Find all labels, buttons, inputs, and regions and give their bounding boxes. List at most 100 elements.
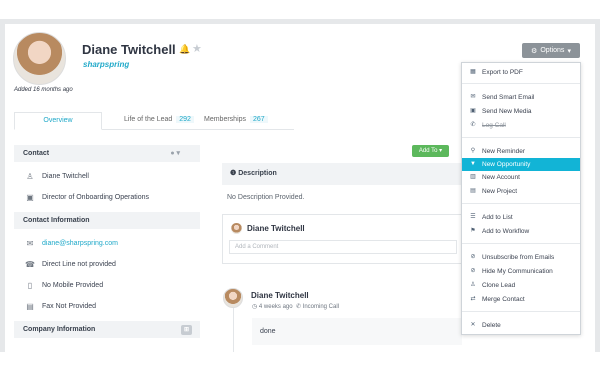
menu-label: New Account [482, 174, 520, 181]
info-icon: ❶ [230, 170, 237, 177]
menu-divider [462, 137, 580, 138]
unsubscribe-icon: ⊘ [470, 254, 476, 260]
settings-icon[interactable]: ● ▾ [170, 145, 180, 162]
star-icon[interactable]: ★ [192, 42, 202, 55]
delete-icon: ✕ [470, 322, 476, 328]
add-to-button[interactable]: Add To ▾ [412, 145, 449, 157]
mobile-icon: ▯ [27, 281, 33, 290]
tab-overview[interactable]: Overview [14, 112, 102, 130]
list-icon: ☰ [470, 214, 476, 220]
company-link[interactable]: sharpspring [83, 60, 129, 69]
email-item[interactable]: ✉ diane@sharpspring.com [14, 233, 200, 254]
comment-author: Diane Twitchell [247, 224, 305, 233]
menu-clone-lead[interactable]: ♙ Clone Lead [462, 279, 580, 292]
description-header: ❶ Description [222, 163, 462, 185]
options-menu: ▦ Export to PDF ✉ Send Smart Email ▣ Send N… [461, 62, 581, 335]
phone-icon: ☎ [25, 260, 35, 269]
menu-new-account[interactable]: ▥ New Account [462, 171, 580, 184]
comment-composer: Diane Twitchell Add a Comment [222, 214, 462, 264]
activity-avatar [223, 288, 243, 308]
menu-merge-contact[interactable]: ⇄ Merge Contact [462, 293, 580, 306]
direct-line-item: ☎ Direct Line not provided [14, 254, 200, 275]
menu-divider [462, 243, 580, 244]
options-button[interactable]: ⚙ Options ▾ [522, 43, 580, 58]
mobile-item: ▯ No Mobile Provided [14, 275, 200, 296]
menu-label: New Project [482, 188, 518, 195]
description-text: No Description Provided. [227, 194, 305, 201]
fax-item: ▤ Fax Not Provided [14, 296, 200, 317]
menu-delete[interactable]: ✕ Delete [462, 319, 580, 332]
contact-info-section-header: Contact Information [14, 212, 200, 229]
media-icon: ▣ [470, 108, 476, 114]
edit-icon[interactable]: ⊞ [181, 325, 192, 335]
workflow-icon: ⚑ [470, 228, 476, 234]
fax-icon: ▤ [26, 302, 34, 311]
account-icon: ▥ [470, 174, 476, 180]
menu-hide-communication[interactable]: ⊘ Hide My Communication [462, 265, 580, 278]
contact-title-text: Director of Onboarding Operations [42, 194, 149, 201]
filter-icon: ▼ [470, 161, 476, 167]
menu-add-to-list[interactable]: ☰ Add to List [462, 211, 580, 224]
caret-down-icon: ▾ [567, 47, 571, 55]
phone-icon: ✆ [470, 122, 476, 128]
menu-label: Send Smart Email [482, 94, 535, 101]
fax-text: Fax Not Provided [42, 303, 97, 310]
section-title: Contact [23, 150, 50, 157]
menu-label: Unsubscribe from Emails [482, 254, 555, 261]
menu-new-project[interactable]: ▤ New Project [462, 185, 580, 198]
tab-count: 267 [250, 116, 268, 123]
lead-details-panel: Contact ● ▾ ♙ Diane Twitchell ▣ Director o… [14, 145, 200, 342]
menu-new-opportunity[interactable]: ▼ New Opportunity [462, 158, 580, 171]
menu-label: Hide My Communication [482, 268, 553, 275]
activity-author: Diane Twitchell [251, 291, 309, 300]
email-link[interactable]: diane@sharpspring.com [42, 240, 118, 247]
tab-label: Memberships [204, 116, 247, 123]
section-title: Company Information [23, 326, 96, 333]
company-info-section-header: Company Information ⊞ [14, 321, 200, 338]
profile-name: Diane Twitchell [82, 42, 176, 57]
description-title: Description [238, 170, 277, 177]
avatar [231, 223, 242, 234]
tab-life-of-the-lead[interactable]: Life of the Lead 292 [124, 112, 194, 130]
project-icon: ▤ [470, 188, 476, 194]
contact-title: ▣ Director of Onboarding Operations [14, 187, 200, 208]
menu-unsubscribe[interactable]: ⊘ Unsubscribe from Emails [462, 251, 580, 264]
mobile-text: No Mobile Provided [42, 282, 104, 289]
clock-icon: ◷ [252, 304, 258, 310]
menu-divider [462, 203, 580, 204]
menu-label: Delete [482, 322, 501, 329]
tab-count: 292 [176, 116, 194, 123]
activity-time: 4 weeks ago [258, 304, 293, 310]
tab-label: Life of the Lead [124, 116, 173, 123]
merge-icon: ⇄ [470, 296, 476, 302]
bell-icon[interactable]: 🔔 [179, 44, 190, 55]
menu-send-smart-email[interactable]: ✉ Send Smart Email [462, 91, 580, 104]
pdf-icon: ▦ [470, 69, 476, 75]
activity-body: done [252, 318, 462, 345]
menu-export-pdf[interactable]: ▦ Export to PDF [462, 66, 580, 79]
lead-tabs: Overview Life of the Lead 292 Memberships… [14, 112, 294, 130]
hide-icon: ⊘ [470, 268, 476, 274]
timeline-line [233, 308, 234, 352]
direct-line-text: Direct Line not provided [42, 261, 116, 268]
contact-name-text: Diane Twitchell [42, 173, 89, 180]
menu-label: Export to PDF [482, 69, 523, 76]
email-icon: ✉ [470, 94, 476, 100]
menu-label: New Reminder [482, 148, 525, 155]
menu-label: Clone Lead [482, 282, 516, 289]
add-to-label: Add To [418, 148, 438, 154]
menu-add-to-workflow[interactable]: ⚑ Add to Workflow [462, 225, 580, 238]
menu-label: Merge Contact [482, 296, 525, 303]
phone-icon: ✆ [294, 304, 301, 310]
menu-label: Add to Workflow [482, 228, 530, 235]
menu-divider [462, 311, 580, 312]
comment-input[interactable]: Add a Comment [229, 240, 457, 254]
menu-log-call[interactable]: ✆ Log Call [462, 119, 580, 132]
menu-new-reminder[interactable]: ⚲ New Reminder [462, 145, 580, 158]
menu-label: New Opportunity [482, 161, 531, 168]
tab-memberships[interactable]: Memberships 267 [204, 112, 268, 130]
menu-label: Send New Media [482, 108, 532, 115]
options-label: Options [540, 47, 565, 54]
activity-type: Incoming Call [302, 304, 340, 310]
menu-send-new-media[interactable]: ▣ Send New Media [462, 105, 580, 118]
